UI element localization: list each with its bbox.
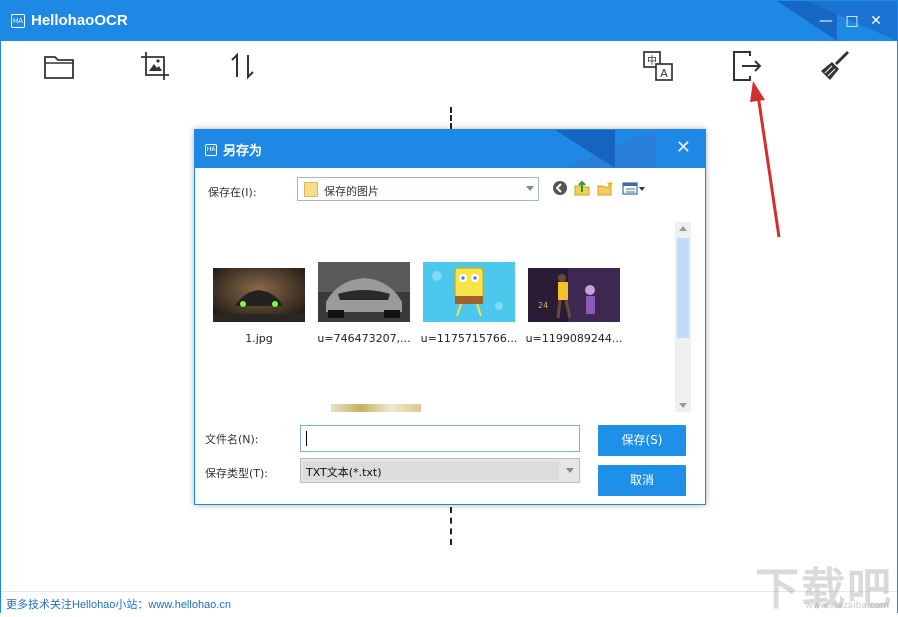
view-menu-icon — [621, 179, 647, 197]
dialog-logo-icon: HA — [205, 144, 217, 156]
scroll-down-icon[interactable] — [679, 403, 687, 408]
minimize-button[interactable]: — — [818, 13, 834, 29]
sort-icon — [226, 49, 260, 83]
divider-dashed-bottom — [450, 507, 452, 545]
close-button[interactable]: ✕ — [868, 13, 884, 29]
image-thumbnail: 24 — [528, 268, 620, 322]
chevron-down-icon — [566, 468, 574, 473]
folder-icon — [42, 49, 76, 83]
file-list-scrollbar[interactable] — [675, 222, 691, 412]
filename-input[interactable] — [300, 425, 580, 452]
title-bar: HA HellohaoOCR — □ ✕ — [1, 1, 897, 41]
scroll-thumb[interactable] — [677, 238, 689, 338]
up-folder-button[interactable] — [573, 179, 591, 197]
watermark-url: www.xiazaiba.com — [805, 601, 889, 611]
image-thumbnail — [318, 262, 410, 322]
file-name: u=1175715766... — [417, 332, 521, 345]
footer-link[interactable]: 更多技术关注Hellohao小站：www.hellohao.cn — [6, 596, 231, 612]
save-in-value: 保存的图片 — [324, 183, 379, 199]
dialog-title: 另存为 — [223, 140, 262, 159]
app-logo-icon: HA — [11, 14, 25, 28]
save-as-dialog: HA 另存为 ✕ 保存在(I): 保存的图片 — [194, 129, 706, 505]
new-folder-button[interactable] — [596, 179, 614, 197]
clear-button[interactable] — [818, 49, 852, 83]
file-thumbnail-partial[interactable] — [331, 404, 421, 412]
save-button[interactable]: 保存(S) — [598, 425, 686, 456]
crop-image-icon — [138, 49, 172, 83]
file-name: u=746473207,... — [312, 332, 416, 345]
new-folder-icon — [596, 179, 614, 197]
crop-image-button[interactable] — [138, 49, 172, 83]
dialog-title-decoration-2 — [555, 130, 615, 168]
folder-icon — [304, 182, 318, 197]
dialog-close-button[interactable]: ✕ — [676, 139, 691, 157]
image-thumbnail — [423, 262, 515, 322]
up-folder-icon — [573, 179, 591, 197]
cancel-button[interactable]: 取消 — [598, 465, 686, 496]
app-window: HA HellohaoOCR — □ ✕ 中 A — [0, 0, 898, 613]
scroll-up-icon[interactable] — [679, 226, 687, 231]
file-name: 1.jpg — [207, 332, 311, 345]
filename-label: 文件名(N): — [205, 431, 259, 447]
file-name: u=1199089244... — [522, 332, 626, 345]
app-title: HellohaoOCR — [31, 12, 128, 29]
back-arrow-icon — [551, 179, 569, 197]
open-folder-button[interactable] — [42, 49, 76, 83]
maximize-button[interactable]: □ — [844, 13, 860, 29]
back-button[interactable] — [551, 179, 569, 197]
dialog-title-bar: HA 另存为 ✕ — [195, 130, 705, 168]
filetype-select[interactable]: TXT文本(*.txt) — [300, 458, 580, 483]
text-caret — [306, 431, 307, 446]
divider-dashed-top — [450, 107, 452, 129]
export-button[interactable] — [730, 49, 764, 83]
sort-button[interactable] — [226, 49, 260, 83]
clean-broom-icon — [818, 49, 852, 83]
filetype-field: TXT文本(*.txt) — [303, 461, 559, 480]
save-in-dropdown[interactable]: 保存的图片 — [297, 177, 539, 201]
file-thumbnail[interactable] — [318, 262, 410, 322]
file-list[interactable]: 1.jpg u=746473207,... — [207, 222, 692, 412]
file-thumbnail[interactable] — [423, 262, 515, 322]
file-thumbnail[interactable]: 24 — [528, 268, 620, 322]
save-in-label: 保存在(I): — [208, 184, 257, 200]
chevron-down-icon — [526, 186, 534, 191]
image-thumbnail — [213, 268, 305, 322]
translate-icon: 中 A — [641, 49, 675, 83]
view-menu-button[interactable] — [621, 179, 647, 197]
file-thumbnail[interactable] — [213, 268, 305, 322]
filetype-value: TXT文本(*.txt) — [306, 464, 382, 480]
export-icon — [730, 49, 764, 83]
svg-text:24: 24 — [538, 301, 548, 310]
filetype-label: 保存类型(T): — [205, 465, 268, 481]
translate-button[interactable]: 中 A — [641, 49, 675, 83]
svg-text:A: A — [660, 67, 668, 80]
